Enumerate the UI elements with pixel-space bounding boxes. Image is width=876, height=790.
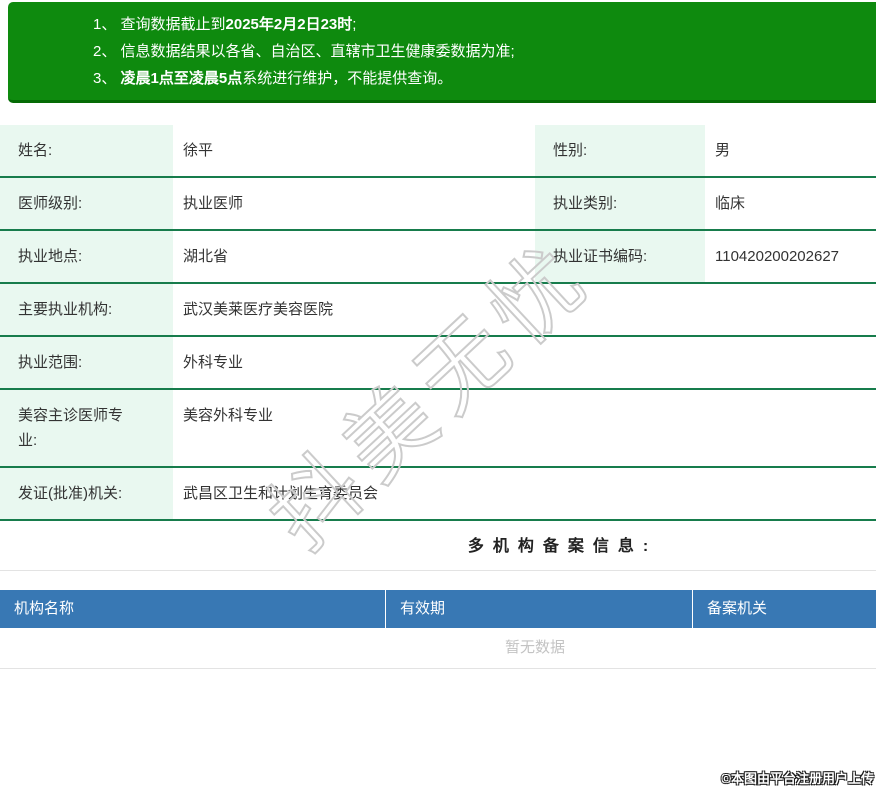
field-label-practice-scope: 执业范围: xyxy=(0,337,173,388)
column-header-validity-period: 有效期 xyxy=(386,590,693,628)
table-row: 执业范围: 外科专业 xyxy=(0,337,876,390)
field-label-certificate-no: 执业证书编码: xyxy=(535,231,705,282)
field-value-name: 徐平 xyxy=(183,142,214,159)
field-value-doctor-level: 执业医师 xyxy=(183,195,244,212)
field-value-cosmetic-specialty: 美容外科专业 xyxy=(183,407,274,424)
notice-line-3: 3、 凌晨1点至凌晨5点系统进行维护，不能提供查询。 xyxy=(93,70,453,87)
field-label-doctor-level: 医师级别: xyxy=(0,178,173,229)
filing-table-header: 机构名称 有效期 备案机关 xyxy=(0,590,876,628)
notice-line-1: 1、 查询数据截止到2025年2月2日23时; xyxy=(93,16,357,33)
field-label-issuing-authority: 发证(批准)机关: xyxy=(0,468,173,519)
filing-table: 机构名称 有效期 备案机关 暂无数据 xyxy=(0,590,876,669)
field-value-main-institution: 武汉美莱医疗美容医院 xyxy=(183,301,334,318)
table-row: 发证(批准)机关: 武昌区卫生和计划生育委员会 xyxy=(0,468,876,521)
field-label-gender: 性别: xyxy=(535,125,705,176)
field-label-main-institution: 主要执业机构: xyxy=(0,284,173,335)
field-label-practice-place: 执业地点: xyxy=(0,231,173,282)
field-value-practice-scope: 外科专业 xyxy=(183,354,244,371)
empty-data-row: 暂无数据 xyxy=(0,628,876,669)
table-row: 主要执业机构: 武汉美莱医疗美容医院 xyxy=(0,284,876,337)
field-value-practice-place: 湖北省 xyxy=(183,248,229,265)
table-row: 姓名: 徐平 性别: 男 xyxy=(0,125,876,178)
field-value-gender: 男 xyxy=(715,142,731,159)
field-label-name: 姓名: xyxy=(0,125,173,176)
field-value-practice-type: 临床 xyxy=(715,195,746,212)
filing-section-title: 多机构备案信息: xyxy=(467,538,658,555)
field-value-issuing-authority: 武昌区卫生和计划生育委员会 xyxy=(183,485,379,502)
field-label-practice-type: 执业类别: xyxy=(535,178,705,229)
field-value-certificate-no: 110420200202627 xyxy=(715,248,840,265)
column-header-institution-name: 机构名称 xyxy=(0,590,386,628)
doctor-info-table: 姓名: 徐平 性别: 男 医师级别: 执业医师 执业类别: 临床 执业地点: 湖… xyxy=(0,125,876,521)
page-content: 1、 查询数据截止到2025年2月2日23时; 2、 信息数据结果以各省、自治区… xyxy=(0,2,876,790)
table-row: 执业地点: 湖北省 执业证书编码: 110420200202627 xyxy=(0,231,876,284)
column-header-filing-authority: 备案机关 xyxy=(707,600,768,617)
notice-box: 1、 查询数据截止到2025年2月2日23时; 2、 信息数据结果以各省、自治区… xyxy=(8,2,876,103)
table-row: 医师级别: 执业医师 执业类别: 临床 xyxy=(0,178,876,231)
table-row: 美容主诊医师专业: 美容外科专业 xyxy=(0,390,876,468)
notice-line-2: 2、 信息数据结果以各省、自治区、直辖市卫生健康委数据为准; xyxy=(93,43,515,60)
field-label-cosmetic-specialty: 美容主诊医师专业: xyxy=(0,390,173,466)
divider xyxy=(0,570,876,571)
license-query-result-page: 1、 查询数据截止到2025年2月2日23时; 2、 信息数据结果以各省、自治区… xyxy=(0,0,876,790)
